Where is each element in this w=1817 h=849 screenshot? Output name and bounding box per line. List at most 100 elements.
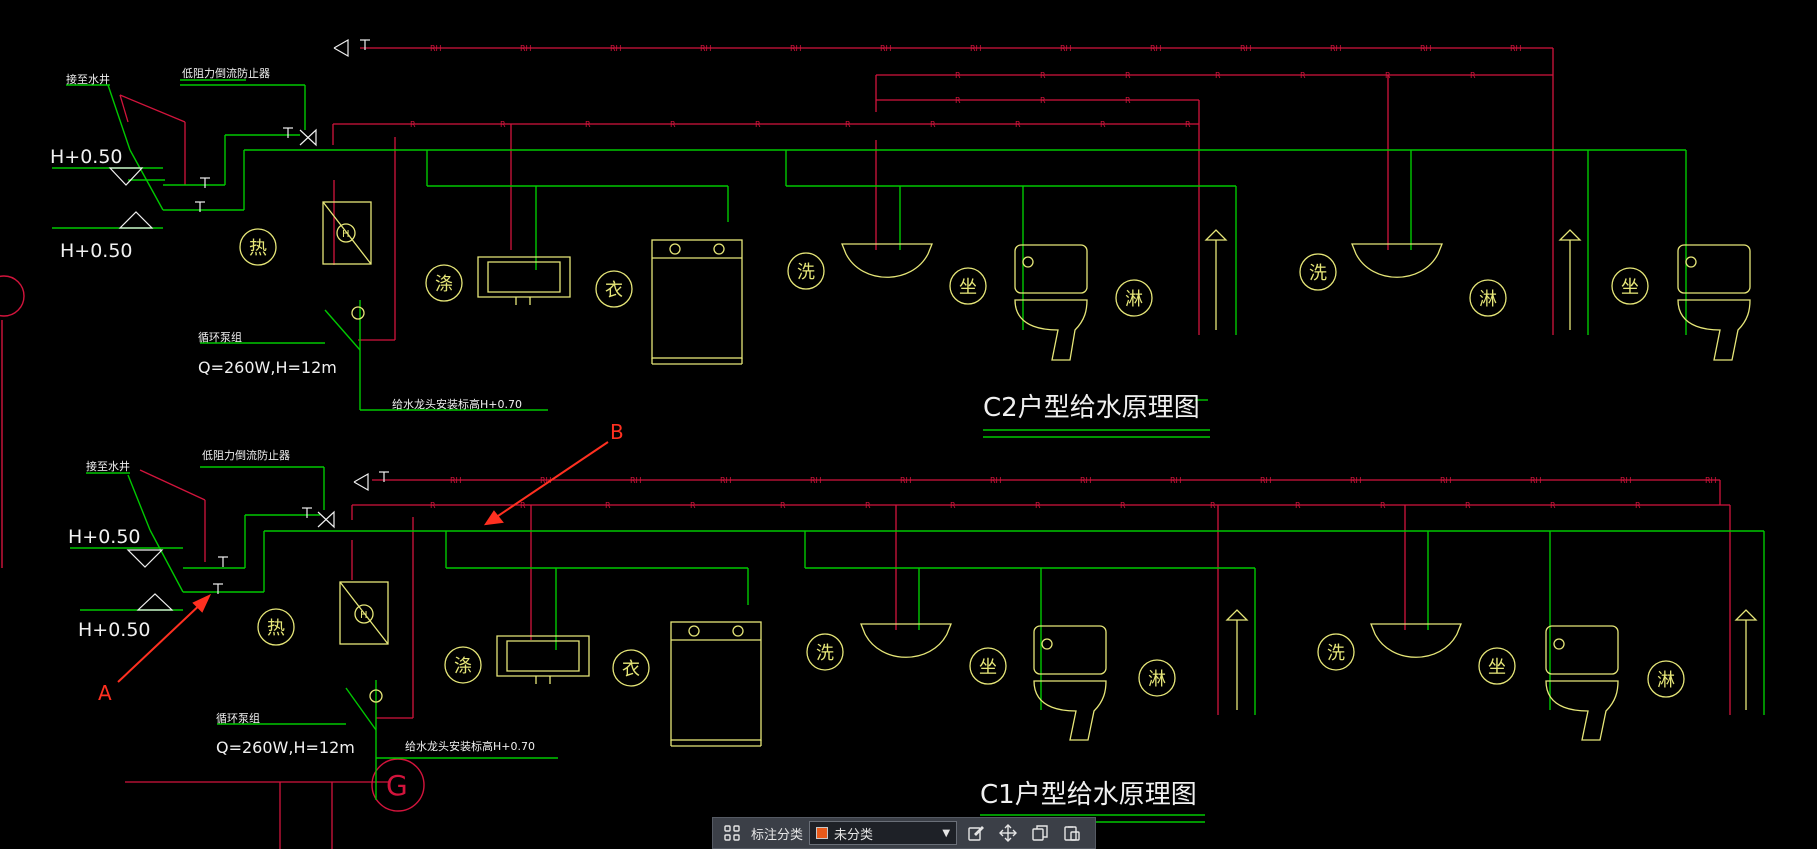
fixtures-c2 — [477, 229, 1751, 365]
svg-text:R: R — [1300, 71, 1306, 80]
faucet-note-c1: 给水龙头安装标高H+0.70 — [405, 739, 535, 753]
svg-text:R: R — [670, 120, 676, 129]
diagram-title-c1: C1户型给水原理图 — [980, 780, 1197, 810]
svg-text:R: R — [1215, 71, 1221, 80]
svg-text:RH: RH — [1080, 476, 1092, 485]
fixture-label-shower2-c2: 淋 — [1479, 289, 1497, 310]
category-color-swatch — [816, 827, 829, 839]
label-backflow-c1: 低阻力倒流防止器 — [202, 448, 290, 462]
svg-text:R: R — [1385, 71, 1391, 80]
annotation-a: A — [98, 681, 112, 705]
svg-text:R: R — [1125, 96, 1131, 105]
annotation-arrows — [117, 441, 609, 683]
paste-icon[interactable] — [1059, 821, 1085, 845]
fixture-label-shower2-c1: 淋 — [1657, 670, 1675, 691]
svg-text:R: R — [1040, 96, 1046, 105]
svg-text:RH: RH — [990, 476, 1002, 485]
fixture-label-laundry-c1: 衣 — [622, 659, 640, 680]
fixture-label-shower1-c1: 淋 — [1148, 669, 1166, 690]
svg-text:RH: RH — [1530, 476, 1542, 485]
category-selected-value: 未分类 — [834, 827, 874, 843]
fixture-label-shower1-c2: 淋 — [1125, 289, 1143, 310]
svg-text:R: R — [1380, 501, 1386, 510]
fittings-c1 — [126, 471, 389, 611]
svg-text:RH: RH — [790, 44, 802, 53]
pump-spec-c1: Q=260W,H=12m — [216, 738, 355, 757]
fixture-circles-c2 — [239, 228, 1649, 317]
fixture-label-hot-c1: 热 — [267, 618, 285, 639]
svg-text:RH: RH — [720, 476, 732, 485]
faucet-note-c2: 给水龙头安装标高H+0.70 — [392, 397, 522, 411]
move-icon[interactable] — [995, 821, 1021, 845]
label-backflow-c2: 低阻力倒流防止器 — [182, 66, 270, 80]
diagram-title-c2: C2户型给水原理图 — [983, 393, 1200, 423]
fixture-label-hot-c2: 热 — [249, 238, 267, 259]
fixture-label-wash2-c2: 洗 — [1309, 263, 1327, 284]
svg-text:RH: RH — [610, 44, 622, 53]
elevation-1-c2: H+0.50 — [50, 146, 123, 168]
svg-text:RH: RH — [1260, 476, 1272, 485]
svg-text:RH: RH — [1240, 44, 1252, 53]
svg-text:R: R — [1470, 71, 1476, 80]
svg-text:RH: RH — [1705, 476, 1717, 485]
fixture-label-laundry-c2: 衣 — [605, 280, 623, 301]
label-well-c1: 接至水井 — [86, 459, 130, 473]
fixture-label-toilet1-c2: 坐 — [959, 277, 977, 298]
fixture-label-toilet1-c1: 坐 — [979, 657, 997, 678]
svg-text:RH: RH — [1170, 476, 1182, 485]
svg-text:R: R — [955, 96, 961, 105]
svg-text:R: R — [950, 501, 956, 510]
svg-text:RH: RH — [810, 476, 822, 485]
svg-text:RH: RH — [1620, 476, 1632, 485]
diagram-c2: RH RH RH RH RH RH RH RH RH RH RH RH RH RRRRRRR RR… — [50, 38, 1751, 438]
elevation-2-c1: H+0.50 — [78, 619, 151, 641]
svg-text:R: R — [780, 501, 786, 510]
hot-supply-pipe-c2 — [119, 47, 1554, 341]
svg-text:R: R — [605, 501, 611, 510]
svg-text:R: R — [1295, 501, 1301, 510]
svg-text:RH: RH — [1150, 44, 1162, 53]
svg-text:R: R — [1015, 120, 1021, 129]
svg-text:R: R — [585, 120, 591, 129]
fixture-label-toilet2-c2: 坐 — [1621, 277, 1639, 298]
svg-text:R: R — [955, 71, 961, 80]
left-edge-fragment — [0, 275, 25, 568]
svg-text:R: R — [1040, 71, 1046, 80]
svg-text:RH: RH — [1420, 44, 1432, 53]
svg-text:R: R — [1185, 120, 1191, 129]
fixture-label-wash1-c1: 洗 — [816, 643, 834, 664]
annotation-b: B — [610, 420, 624, 444]
svg-text:RH: RH — [630, 476, 642, 485]
svg-text:RH: RH — [700, 44, 712, 53]
svg-text:RH: RH — [1440, 476, 1452, 485]
fixture-label-wash1-c2: 洗 — [797, 262, 815, 283]
cad-drawing-canvas[interactable]: RH RH RH RH RH RH RH RH RH RH RH RH RH R R R R R R R R R… — [0, 0, 1817, 849]
svg-text:R: R — [1120, 501, 1126, 510]
elevation-1-c1: H+0.50 — [68, 526, 141, 548]
pump-label-c2: 循环泵组 — [198, 330, 242, 344]
water-heater-c1 — [339, 581, 389, 703]
svg-text:RH: RH — [450, 476, 462, 485]
fixture-label-wash2-c1: 洗 — [1327, 643, 1345, 664]
svg-text:R: R — [755, 120, 761, 129]
svg-text:RH: RH — [1330, 44, 1342, 53]
pipe-labels-c2: RH RH RH RH RH RH RH RH RH RH RH RH RH R R R R R R R R R… — [410, 44, 1522, 129]
svg-text:R: R — [690, 501, 696, 510]
fixture-circles-c1 — [257, 608, 1685, 698]
fixture-label-toilet2-c1: 坐 — [1488, 657, 1506, 678]
chevron-down-icon: ▼ — [942, 827, 951, 839]
elevation-2-c2: H+0.50 — [60, 240, 133, 262]
svg-text:R: R — [520, 501, 526, 510]
category-dropdown[interactable]: 未分类 ▼ — [809, 821, 958, 845]
svg-text:R: R — [865, 501, 871, 510]
copy-icon[interactable] — [1027, 821, 1053, 845]
svg-text:R: R — [1635, 501, 1641, 510]
svg-text:R: R — [930, 120, 936, 129]
svg-text:R: R — [1125, 71, 1131, 80]
svg-text:R: R — [1465, 501, 1471, 510]
edit-icon[interactable] — [963, 821, 989, 845]
svg-text:RH: RH — [970, 44, 982, 53]
fixture-label-basin-c1: 涤 — [454, 656, 472, 677]
grid-icon[interactable] — [719, 821, 745, 845]
svg-text:RH: RH — [880, 44, 892, 53]
